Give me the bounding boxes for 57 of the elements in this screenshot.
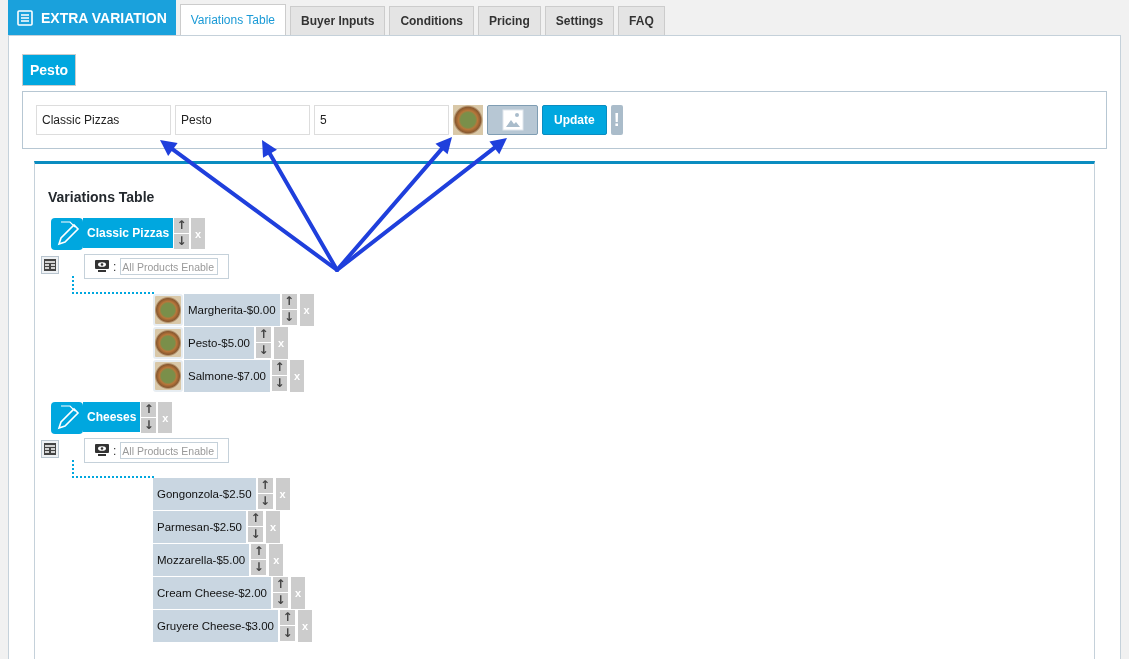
variation-item[interactable]: Gruyere Cheese-$3.00	[153, 610, 278, 642]
input-field[interactable]: 5	[314, 105, 449, 135]
input-field[interactable]: Classic Pizzas	[36, 105, 171, 135]
move-up-button[interactable]: ↑	[141, 402, 157, 417]
product-filter-field[interactable]: All Products Enable	[120, 258, 219, 275]
tab[interactable]: Conditions	[389, 6, 475, 35]
move-up-button[interactable]: ↑	[257, 478, 273, 493]
move-up-button[interactable]: ↑	[251, 544, 267, 559]
variation-item[interactable]: Pesto-$5.00	[184, 327, 254, 359]
tab[interactable]: Pricing	[478, 6, 541, 35]
move-down-button[interactable]: ↓	[256, 343, 271, 358]
tab[interactable]: Buyer Inputs	[290, 6, 386, 35]
move-down-button[interactable]: ↓	[251, 560, 267, 575]
tab[interactable]: Variations Table	[179, 4, 287, 35]
selected-item-title: Pesto	[22, 54, 77, 86]
pencil-icon[interactable]	[51, 218, 83, 250]
pencil-icon[interactable]	[51, 402, 83, 434]
image-icon	[500, 108, 525, 132]
monitor-eye-icon	[95, 260, 109, 273]
photo-placeholder	[153, 294, 183, 326]
move-down-button[interactable]: ↓	[272, 376, 287, 391]
monitor-eye-icon	[95, 444, 109, 457]
photo-placeholder	[153, 327, 183, 359]
variation-item[interactable]: Margherita-$0.00	[184, 294, 280, 326]
move-down-button[interactable]: ↓	[272, 593, 288, 608]
tab[interactable]: FAQ	[618, 6, 665, 35]
variation-item[interactable]: Cream Cheese-$2.00	[153, 577, 271, 609]
plugin-title: EXTRA VARIATION	[8, 0, 176, 35]
tab[interactable]: Settings	[544, 6, 615, 35]
move-up-button[interactable]: ↑	[272, 360, 287, 375]
move-down-button[interactable]: ↓	[281, 310, 297, 325]
move-down-button[interactable]: ↓	[174, 234, 190, 249]
move-up-button[interactable]: ↑	[280, 610, 295, 625]
move-down-button[interactable]: ↓	[257, 494, 273, 509]
separator-text: :	[113, 259, 117, 274]
table-icon[interactable]	[41, 256, 59, 274]
photo-placeholder	[153, 360, 183, 392]
move-up-button[interactable]: ↑	[272, 577, 288, 592]
move-down-button[interactable]: ↓	[280, 626, 295, 641]
section-heading: Variations Table	[48, 189, 156, 205]
move-up-button[interactable]: ↑	[256, 327, 271, 342]
variation-item[interactable]: Parmesan-$2.50	[153, 511, 247, 543]
move-down-button[interactable]: ↓	[141, 418, 157, 433]
separator-text: :	[113, 443, 117, 458]
move-down-button[interactable]: ↓	[248, 527, 264, 542]
product-filter-field[interactable]: All Products Enable	[120, 442, 219, 459]
variation-item[interactable]: Salmone-$7.00	[184, 360, 270, 392]
table-icon[interactable]	[41, 440, 59, 458]
variation-item[interactable]: Mozzarella-$5.00	[153, 544, 250, 576]
list-icon	[17, 9, 33, 26]
variation-item[interactable]: Gongonzola-$2.50	[153, 478, 256, 510]
move-up-button[interactable]: ↑	[174, 218, 190, 233]
move-up-button[interactable]: ↑	[281, 294, 297, 309]
move-up-button[interactable]: ↑	[248, 511, 264, 526]
image-select-button[interactable]	[487, 105, 538, 135]
input-field[interactable]: Pesto	[175, 105, 310, 135]
photo-placeholder	[453, 105, 483, 135]
